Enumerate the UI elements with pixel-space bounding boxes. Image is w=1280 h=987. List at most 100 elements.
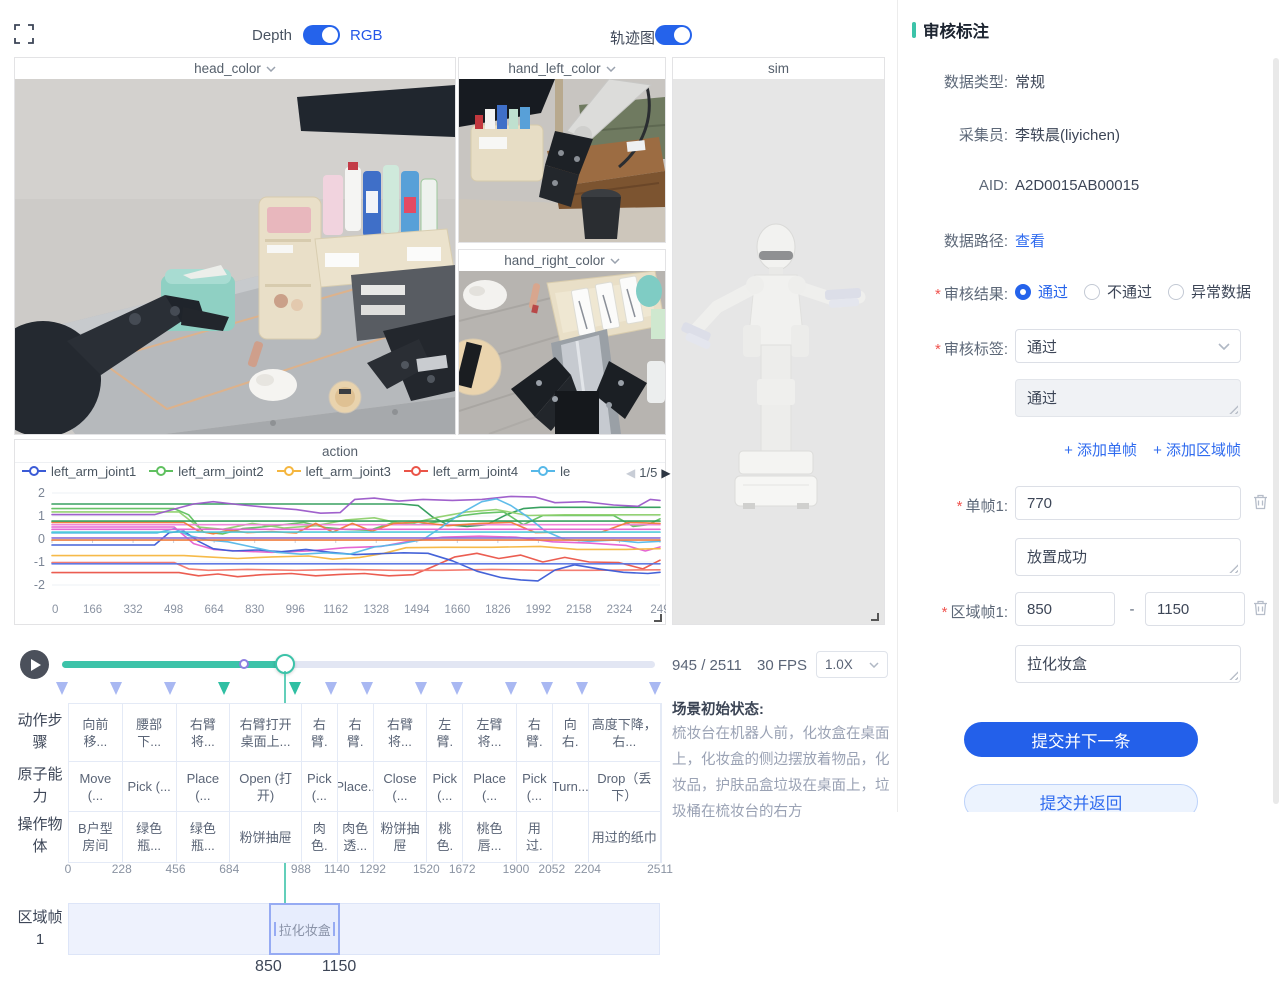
legend-item-le[interactable]: le bbox=[531, 464, 570, 479]
frame-marker[interactable] bbox=[218, 682, 230, 695]
review-panel: 审核标注 数据类型: 常规 采集员: 李轶晨(liyichen) AID: A2… bbox=[897, 0, 1280, 812]
frame-marker[interactable] bbox=[164, 682, 176, 695]
timeline-cell[interactable]: 肉色透... bbox=[338, 812, 374, 862]
timeline-cell[interactable]: Pick (... bbox=[123, 762, 177, 812]
sim-resize-handle[interactable] bbox=[869, 609, 880, 620]
timeline-cell[interactable]: 左臂. bbox=[427, 704, 463, 762]
timeline-cell[interactable]: Move (... bbox=[69, 762, 123, 812]
play-button[interactable] bbox=[20, 650, 49, 679]
head-camera-title[interactable]: head_color bbox=[15, 58, 455, 79]
timeline-cell[interactable]: Place.. bbox=[338, 762, 374, 812]
timeline-cell[interactable]: Pick (... bbox=[427, 762, 463, 812]
timeline-cell[interactable]: 右臂将... bbox=[177, 704, 231, 762]
frame-marker[interactable] bbox=[110, 682, 122, 695]
frame-marker[interactable] bbox=[56, 682, 68, 695]
required-mark: * bbox=[935, 286, 941, 303]
timeline-cell[interactable]: 用过的纸巾 bbox=[589, 812, 661, 862]
resize-grip-icon[interactable] bbox=[1229, 405, 1238, 414]
timeline-cell[interactable]: 桃色唇... bbox=[463, 812, 517, 862]
region-frame-note[interactable]: 拉化妆盒 bbox=[1015, 645, 1241, 683]
hand-left-camera-title[interactable]: hand_left_color bbox=[459, 58, 665, 79]
legend-pager: ◀ 1/5 ▶ bbox=[626, 465, 671, 480]
timeline-cell[interactable]: Open (打开) bbox=[230, 762, 302, 812]
timeline-cell[interactable] bbox=[553, 812, 589, 862]
frame-marker[interactable] bbox=[649, 682, 661, 695]
timeline-cell[interactable]: Place (... bbox=[177, 762, 231, 812]
radio-option-不通过[interactable]: 不通过 bbox=[1084, 281, 1152, 302]
timeline-cell[interactable]: 绿色瓶... bbox=[123, 812, 177, 862]
review-tag-note[interactable]: 通过 bbox=[1015, 379, 1241, 417]
timeline-cell[interactable]: 右臂将... bbox=[374, 704, 428, 762]
legend-prev-button[interactable]: ◀ bbox=[626, 466, 635, 480]
timeline-cell[interactable]: Close (... bbox=[374, 762, 428, 812]
frame-marker[interactable] bbox=[576, 682, 588, 695]
resize-grip-icon[interactable] bbox=[1229, 564, 1238, 573]
timeline-cell[interactable]: 桃色. bbox=[427, 812, 463, 862]
frame-marker[interactable] bbox=[325, 682, 337, 695]
timeline-cell[interactable]: 右臂. bbox=[517, 704, 553, 762]
timeline-cell[interactable]: 粉饼抽屉 bbox=[374, 812, 428, 862]
chart-resize-handle[interactable] bbox=[652, 610, 663, 621]
submit-back-button[interactable]: 提交并返回 bbox=[964, 784, 1198, 812]
single-frame-note[interactable]: 放置成功 bbox=[1015, 538, 1241, 576]
timeline-cell[interactable]: 向前移... bbox=[69, 704, 123, 762]
panel-scrollbar[interactable] bbox=[1273, 58, 1279, 804]
radio-option-异常数据[interactable]: 异常数据 bbox=[1168, 281, 1251, 302]
single-frame-marker-dot[interactable] bbox=[239, 659, 249, 669]
timeline-cell[interactable]: 粉饼抽屉 bbox=[230, 812, 302, 862]
frame-marker[interactable] bbox=[505, 682, 517, 695]
add-region-frame-button[interactable]: + 添加区域帧 bbox=[1153, 439, 1241, 460]
legend-item-left_arm_joint2[interactable]: left_arm_joint2 bbox=[149, 464, 263, 479]
legend-item-left_arm_joint3[interactable]: left_arm_joint3 bbox=[277, 464, 391, 479]
frame-marker[interactable] bbox=[541, 682, 553, 695]
timeline-cell[interactable]: B户型房间 bbox=[69, 812, 123, 862]
review-tag-select[interactable]: 通过 bbox=[1015, 329, 1241, 363]
speed-select[interactable]: 1.0X bbox=[816, 651, 888, 678]
legend-item-left_arm_joint1[interactable]: left_arm_joint1 bbox=[22, 464, 136, 479]
radio-option-通过[interactable]: 通过 bbox=[1015, 281, 1068, 302]
region-frame-segment[interactable]: 拉化妆盒 bbox=[269, 903, 340, 955]
legend-next-button[interactable]: ▶ bbox=[661, 466, 670, 480]
timeline-cell[interactable]: 绿色瓶... bbox=[177, 812, 231, 862]
timeline-cell[interactable]: Pick (... bbox=[302, 762, 338, 812]
timeline-cell[interactable]: 肉色. bbox=[302, 812, 338, 862]
region-start-input[interactable] bbox=[1015, 592, 1115, 626]
timeline-cell[interactable]: 高度下降，右... bbox=[589, 704, 661, 762]
trajectory-toggle[interactable] bbox=[655, 25, 692, 45]
add-single-frame-button[interactable]: + 添加单帧 bbox=[1064, 439, 1137, 460]
timeline-cell[interactable]: 右臂. bbox=[302, 704, 338, 762]
timeline-cell[interactable]: Pick (... bbox=[517, 762, 553, 812]
timeline-cell[interactable]: 向右. bbox=[553, 704, 589, 762]
hand-right-camera-title[interactable]: hand_right_color bbox=[459, 250, 665, 271]
frame-marker[interactable] bbox=[289, 682, 301, 695]
action-chart-title: action bbox=[15, 440, 665, 463]
fullscreen-button[interactable] bbox=[14, 24, 34, 44]
frame-axis-label: 228 bbox=[112, 862, 132, 876]
timeline-cell[interactable]: Drop（丢下） bbox=[589, 762, 661, 812]
frame-marker[interactable] bbox=[415, 682, 427, 695]
resize-grip-icon[interactable] bbox=[1229, 671, 1238, 680]
timeline-cell[interactable]: Turn... bbox=[553, 762, 589, 812]
frame-marker[interactable] bbox=[451, 682, 463, 695]
timeline-cell[interactable]: 腰部下... bbox=[123, 704, 177, 762]
timeline-cell[interactable]: 左臂将... bbox=[463, 704, 517, 762]
delete-single-frame-button[interactable] bbox=[1253, 494, 1268, 515]
legend-marker-icon bbox=[22, 466, 46, 476]
timeline-cell[interactable]: 右臂. bbox=[338, 704, 374, 762]
legend-item-left_arm_joint4[interactable]: left_arm_joint4 bbox=[404, 464, 518, 479]
region-frame-bar[interactable]: 拉化妆盒 bbox=[68, 903, 660, 955]
timeline-cell[interactable]: Place (... bbox=[463, 762, 517, 812]
timeline-cell[interactable]: 右臂打开桌面上... bbox=[230, 704, 302, 762]
region-end-input[interactable] bbox=[1145, 592, 1245, 626]
hand-left-camera-label: hand_left_color bbox=[508, 61, 600, 76]
data-path-link[interactable]: 查看 bbox=[1015, 230, 1045, 251]
submit-next-button[interactable]: 提交并下一条 bbox=[964, 722, 1198, 757]
svg-text:830: 830 bbox=[245, 604, 264, 616]
action-chart-plot[interactable]: 210-1-2016633249866483099611621328149416… bbox=[14, 487, 666, 625]
single-frame-input[interactable] bbox=[1015, 486, 1241, 520]
playback-slider-track[interactable] bbox=[62, 661, 655, 668]
delete-region-frame-button[interactable] bbox=[1253, 600, 1268, 621]
frame-marker[interactable] bbox=[361, 682, 373, 695]
timeline-cell[interactable]: 用过. bbox=[517, 812, 553, 862]
depth-rgb-toggle[interactable] bbox=[303, 25, 340, 45]
